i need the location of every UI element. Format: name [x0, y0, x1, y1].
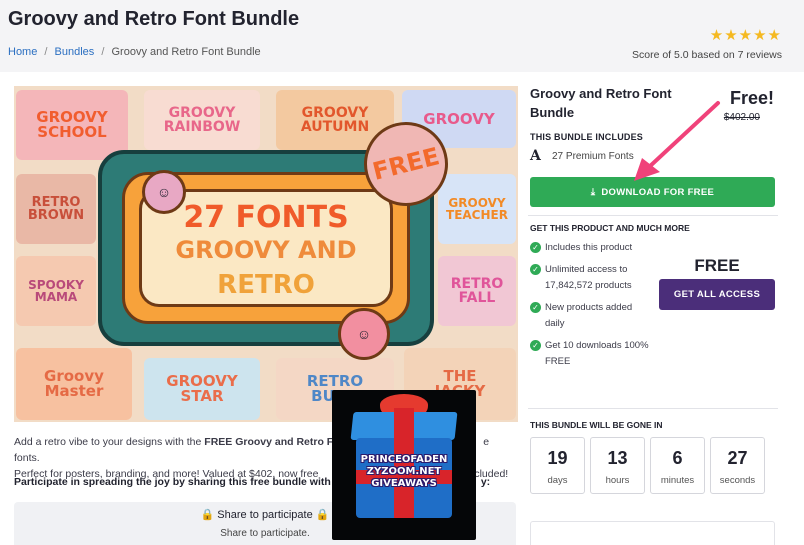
- font-count: 27 Premium Fonts: [552, 151, 634, 162]
- bundle-includes-label: THIS BUNDLE INCLUDES: [530, 132, 644, 142]
- check-icon: ✓: [530, 264, 541, 275]
- benefits-list: ✓ Includes this product ✓ Unlimited acce…: [530, 240, 650, 376]
- breadcrumb-home[interactable]: Home: [8, 46, 37, 58]
- breadcrumb: Home / Bundles / Groovy and Retro Font B…: [8, 46, 261, 58]
- get-all-access-button[interactable]: GET ALL ACCESS: [659, 279, 775, 310]
- check-icon: ✓: [530, 340, 541, 351]
- all-access-price: FREE: [694, 256, 740, 275]
- flower-sticker-icon: ☺: [338, 308, 390, 360]
- breadcrumb-separator: /: [101, 46, 105, 58]
- banner-headline: RETRO: [217, 270, 315, 300]
- countdown-minutes: 6 minutes: [650, 437, 705, 494]
- page-title: Groovy and Retro Font Bundle: [8, 8, 300, 30]
- countdown-timer: 19 days 13 hours 6 minutes 27 seconds: [530, 437, 765, 494]
- breadcrumb-current: Groovy and Retro Font Bundle: [111, 46, 261, 58]
- font-icon: A: [530, 148, 541, 164]
- download-icon: ⤓: [590, 186, 596, 198]
- banner-tile: RETRO BROWN: [16, 174, 96, 244]
- benefit-item: ✓ Unlimited access to 17,842,572 product…: [530, 262, 650, 294]
- get-more-label: GET THIS PRODUCT AND MUCH MORE: [530, 223, 690, 233]
- giveaway-gift-image: PRINCEOFADEN ZYZOOM.NET GIVEAWAYS: [332, 390, 476, 540]
- banner-tile: GROOVY TEACHER: [438, 174, 516, 244]
- product-banner-image[interactable]: GROOVY SCHOOL GROOVY RAINBOW GROOVY AUTUMN …: [14, 86, 518, 422]
- check-icon: ✓: [530, 302, 541, 313]
- banner-tile: GROOVY STAR: [144, 358, 260, 420]
- price-now: Free!: [729, 88, 774, 108]
- download-for-free-button[interactable]: ⤓ DOWNLOAD FOR FREE: [530, 177, 775, 207]
- rating: ★★★★★ Score of 5.0 based on 7 reviews: [632, 26, 782, 61]
- star-rating-icon[interactable]: ★★★★★: [632, 26, 782, 44]
- banner-tile: GROOVY RAINBOW: [144, 90, 260, 150]
- benefit-item: ✓ Get 10 downloads 100% FREE: [530, 338, 650, 370]
- benefit-item: ✓ New products added daily: [530, 300, 650, 332]
- banner-tile: Groovy Master: [16, 348, 132, 420]
- download-label: DOWNLOAD FOR FREE: [601, 186, 715, 198]
- countdown-days: 19 days: [530, 437, 585, 494]
- benefit-item: ✓ Includes this product: [530, 240, 650, 256]
- banner-tile: SPOOKY MAMA: [16, 256, 96, 326]
- banner-tile: GROOVY SCHOOL: [16, 90, 128, 160]
- countdown-seconds: 27 seconds: [710, 437, 765, 494]
- rating-score: Score of 5.0 based on 7 reviews: [631, 49, 782, 61]
- sidebar-product-title: Groovy and Retro Font Bundle: [530, 86, 672, 120]
- divider: [528, 215, 778, 216]
- countdown-label: THIS BUNDLE WILL BE GONE IN: [530, 420, 663, 430]
- giveaway-text: PRINCEOFADEN ZYZOOM.NET GIVEAWAYS: [360, 454, 448, 489]
- countdown-hours: 13 hours: [590, 437, 645, 494]
- sidebar-card: [530, 521, 775, 545]
- banner-headline: GROOVY AND: [175, 236, 357, 264]
- check-icon: ✓: [530, 242, 541, 253]
- main-content: GROOVY SCHOOL GROOVY RAINBOW GROOVY AUTUMN …: [0, 72, 804, 545]
- flower-sticker-icon: ☺: [142, 170, 186, 214]
- price-original: $402.00: [723, 112, 760, 123]
- breadcrumb-bundles[interactable]: Bundles: [55, 46, 95, 58]
- banner-tile: RETRO FALL: [438, 256, 516, 326]
- breadcrumb-separator: /: [44, 46, 48, 58]
- divider: [528, 408, 778, 409]
